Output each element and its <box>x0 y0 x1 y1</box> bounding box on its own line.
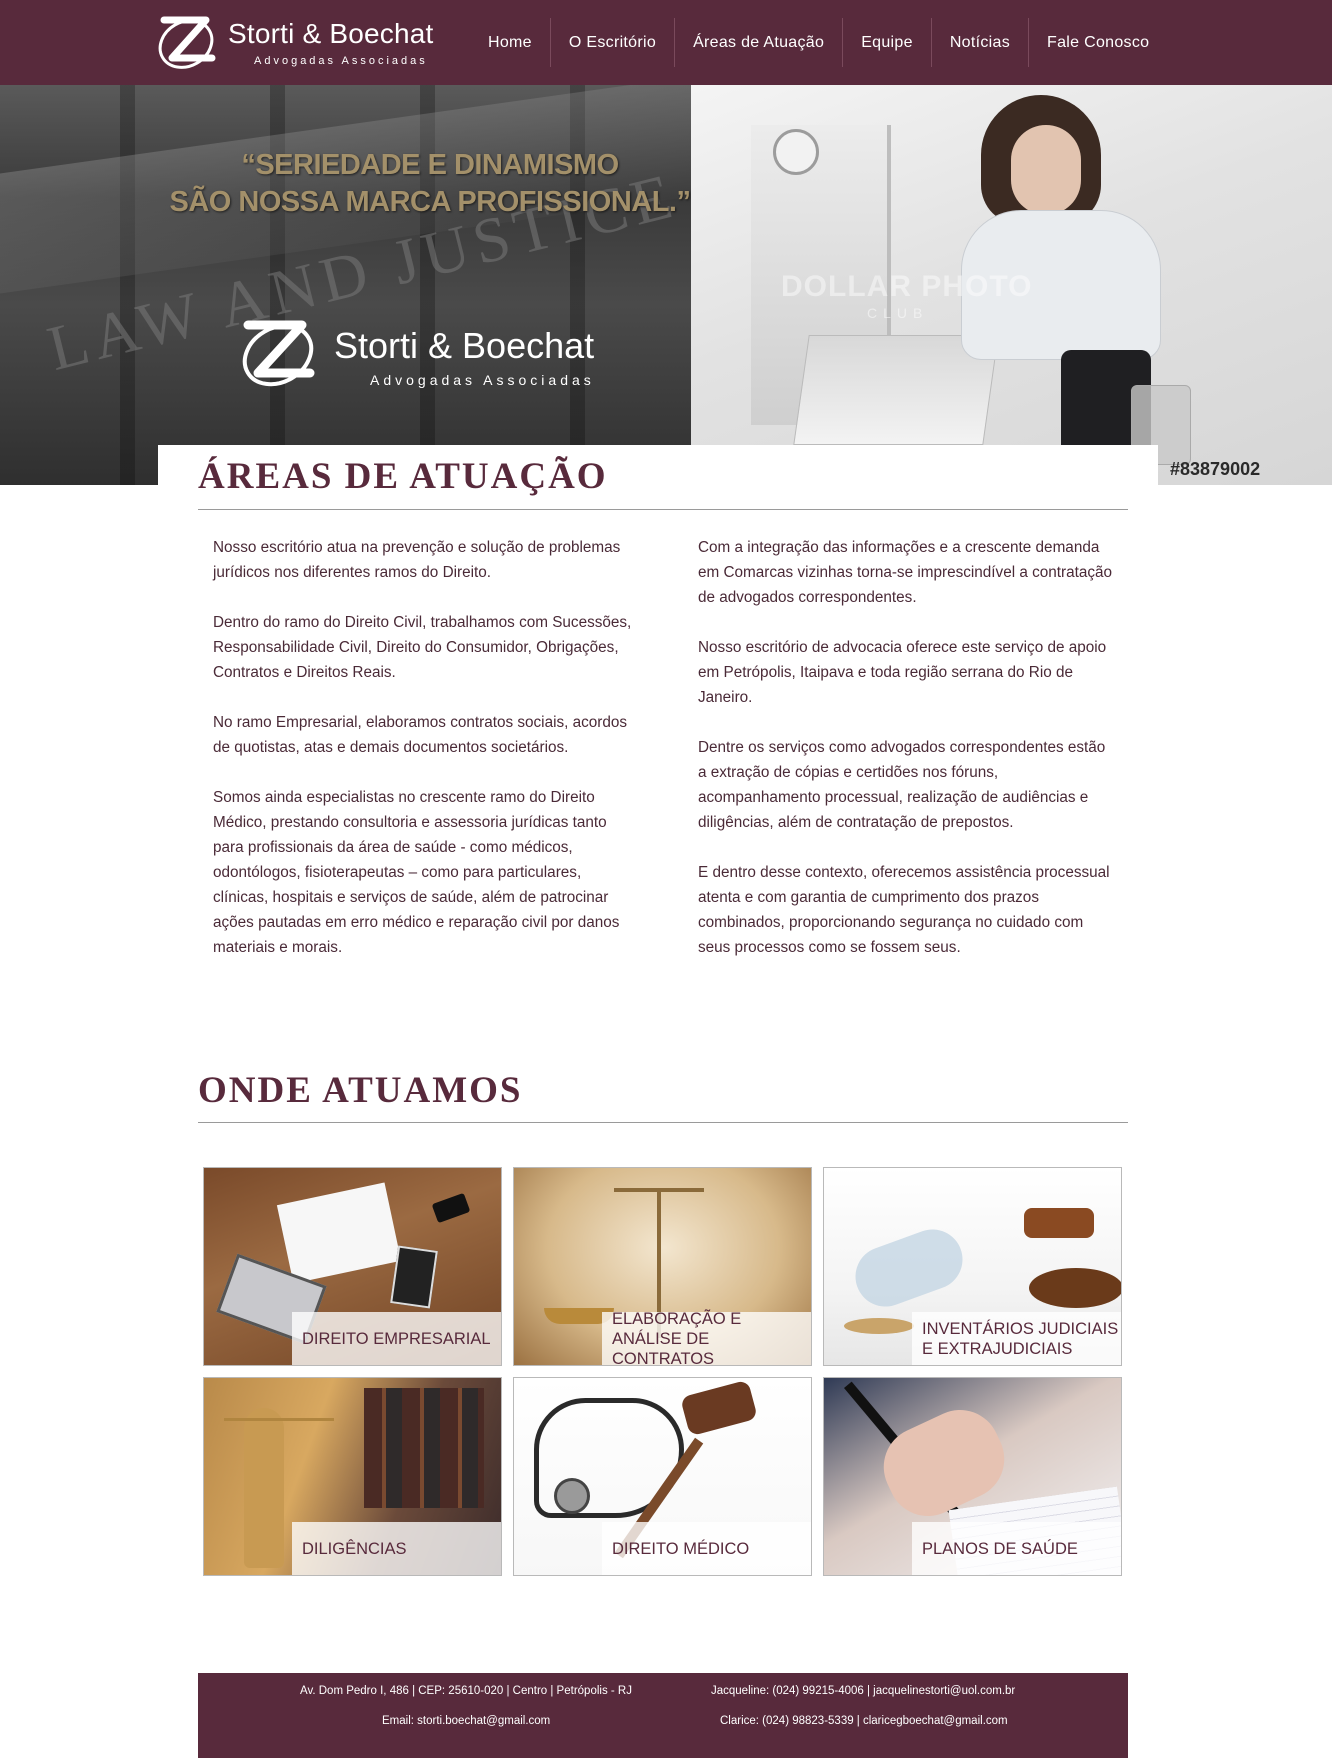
nav-fale-conosco[interactable]: Fale Conosco <box>1028 18 1167 67</box>
hero-businesswoman-image: DOLLAR PHOTO CLUB <box>691 85 1332 485</box>
onde-divider <box>198 1122 1128 1123</box>
hero-logo-monogram-icon <box>242 320 315 387</box>
nav-o-escritorio[interactable]: O Escritório <box>549 18 674 67</box>
hero-banner: LAW AND JUSTICE “SERIEDADE E DINAMISMO S… <box>0 85 1332 485</box>
gavel-block-shape <box>1029 1268 1121 1308</box>
nav-noticias[interactable]: Notícias <box>930 18 1028 67</box>
areas-right-paragraph: Dentre os serviços como advogados corres… <box>698 739 1106 831</box>
areas-right-paragraph: Nosso escritório de advocacia oferece es… <box>698 639 1107 706</box>
jar-shape <box>847 1220 971 1316</box>
areas-title: ÁREAS DE ATUAÇÃO <box>198 456 608 497</box>
hero-quote: “SERIEDADE E DINAMISMO SÃO NOSSA MARCA P… <box>150 147 710 221</box>
papers-shape <box>276 1182 402 1284</box>
gavel-shape <box>680 1379 758 1437</box>
footer-contact-jacqueline[interactable]: Jacqueline: (024) 99215-4006 | jacquelin… <box>711 1685 1015 1697</box>
tile-caption: Planos de Saúde <box>912 1522 1121 1575</box>
hero-courthouse-image: LAW AND JUSTICE “SERIEDADE E DINAMISMO S… <box>0 85 691 485</box>
onde-title: ONDE ATUAMOS <box>198 1070 523 1111</box>
coins-shape <box>844 1318 914 1334</box>
bookshelf-shape <box>364 1388 484 1508</box>
footer-email[interactable]: Email: storti.boechat@gmail.com <box>382 1715 550 1727</box>
tile-direito-empresarial[interactable]: Direito Empresarial <box>203 1167 502 1366</box>
tile-diligencias[interactable]: Diligências <box>203 1377 502 1576</box>
areas-left-paragraph: No ramo Empresarial, elaboramos contrato… <box>213 714 628 756</box>
footer-contact-clarice[interactable]: Clarice: (024) 98823-5339 | claricegboec… <box>720 1715 1008 1727</box>
areas-left-paragraph: Dentro do ramo do Direito Civil, trabalh… <box>213 614 632 681</box>
tile-planos-de-saude[interactable]: Planos de Saúde <box>823 1377 1122 1576</box>
areas-divider <box>198 509 1128 510</box>
statue-scale-shape <box>224 1418 334 1421</box>
stethoscope-chest-shape <box>554 1478 590 1514</box>
clock-icon <box>773 129 819 175</box>
hero-logo-subtitle: Advogadas Associadas <box>370 372 595 388</box>
main-nav: Home O Escritório Áreas de Atuação Equip… <box>474 18 1167 67</box>
nav-equipe[interactable]: Equipe <box>842 18 931 67</box>
site-logo[interactable]: Storti & Boechat Advogadas Associadas <box>156 14 446 72</box>
phone-shape <box>431 1192 471 1224</box>
areas-column-right: Com a integração das informações e a cre… <box>698 535 1118 985</box>
nav-areas-de-atuacao[interactable]: Áreas de Atuação <box>674 18 842 67</box>
hero-logo: Storti & Boechat Advogadas Associadas <box>238 317 628 397</box>
site-footer: Av. Dom Pedro I, 486 | CEP: 25610-020 | … <box>198 1673 1128 1758</box>
tile-caption: Direito Médico <box>602 1522 811 1575</box>
nav-home[interactable]: Home <box>474 18 550 67</box>
areas-column-left: Nosso escritório atua na prevenção e sol… <box>213 535 633 985</box>
hero-quote-line-2: SÃO NOSSA MARCA PROFISSIONAL.” <box>169 186 692 218</box>
tile-caption: Direito Empresarial <box>292 1312 501 1365</box>
areas-right-paragraph: Com a integração das informações e a cre… <box>698 539 1113 606</box>
areas-left-paragraph: Nosso escritório atua na prevenção e sol… <box>213 539 621 581</box>
logo-name: Storti & Boechat <box>228 18 434 49</box>
gavel-head-shape <box>1024 1208 1094 1238</box>
stock-watermark-sub: CLUB <box>867 305 929 321</box>
stock-watermark: DOLLAR PHOTO <box>781 270 1033 303</box>
logo-monogram-icon <box>158 16 216 69</box>
hero-logo-name: Storti & Boechat <box>334 325 595 366</box>
tile-caption: Elaboração e Análise de Contratos <box>602 1310 811 1365</box>
statue-shape <box>244 1408 284 1568</box>
stock-image-id: #83879002 <box>1170 459 1261 479</box>
practice-areas-grid: Direito Empresarial Elaboração e Análise… <box>203 1167 1123 1577</box>
footer-address: Av. Dom Pedro I, 486 | CEP: 25610-020 | … <box>300 1685 632 1697</box>
tile-direito-medico[interactable]: Direito Médico <box>513 1377 812 1576</box>
tile-elaboracao-contratos[interactable]: Elaboração e Análise de Contratos <box>513 1167 812 1366</box>
tile-caption: Inventários Judiciais e Extrajudiciais <box>912 1312 1121 1365</box>
photo-face <box>1011 125 1081 215</box>
hero-quote-line-1: “SERIEDADE E DINAMISMO <box>241 149 619 181</box>
site-header: Storti & Boechat Advogadas Associadas Ho… <box>0 0 1332 85</box>
tile-caption: Diligências <box>292 1522 501 1575</box>
areas-right-paragraph: E dentro desse contexto, oferecemos assi… <box>698 864 1110 956</box>
tablet-shape <box>390 1245 438 1309</box>
areas-left-paragraph: Somos ainda especialistas no crescente r… <box>213 789 620 956</box>
tile-inventarios[interactable]: Inventários Judiciais e Extrajudiciais <box>823 1167 1122 1366</box>
logo-subtitle: Advogadas Associadas <box>254 55 428 67</box>
